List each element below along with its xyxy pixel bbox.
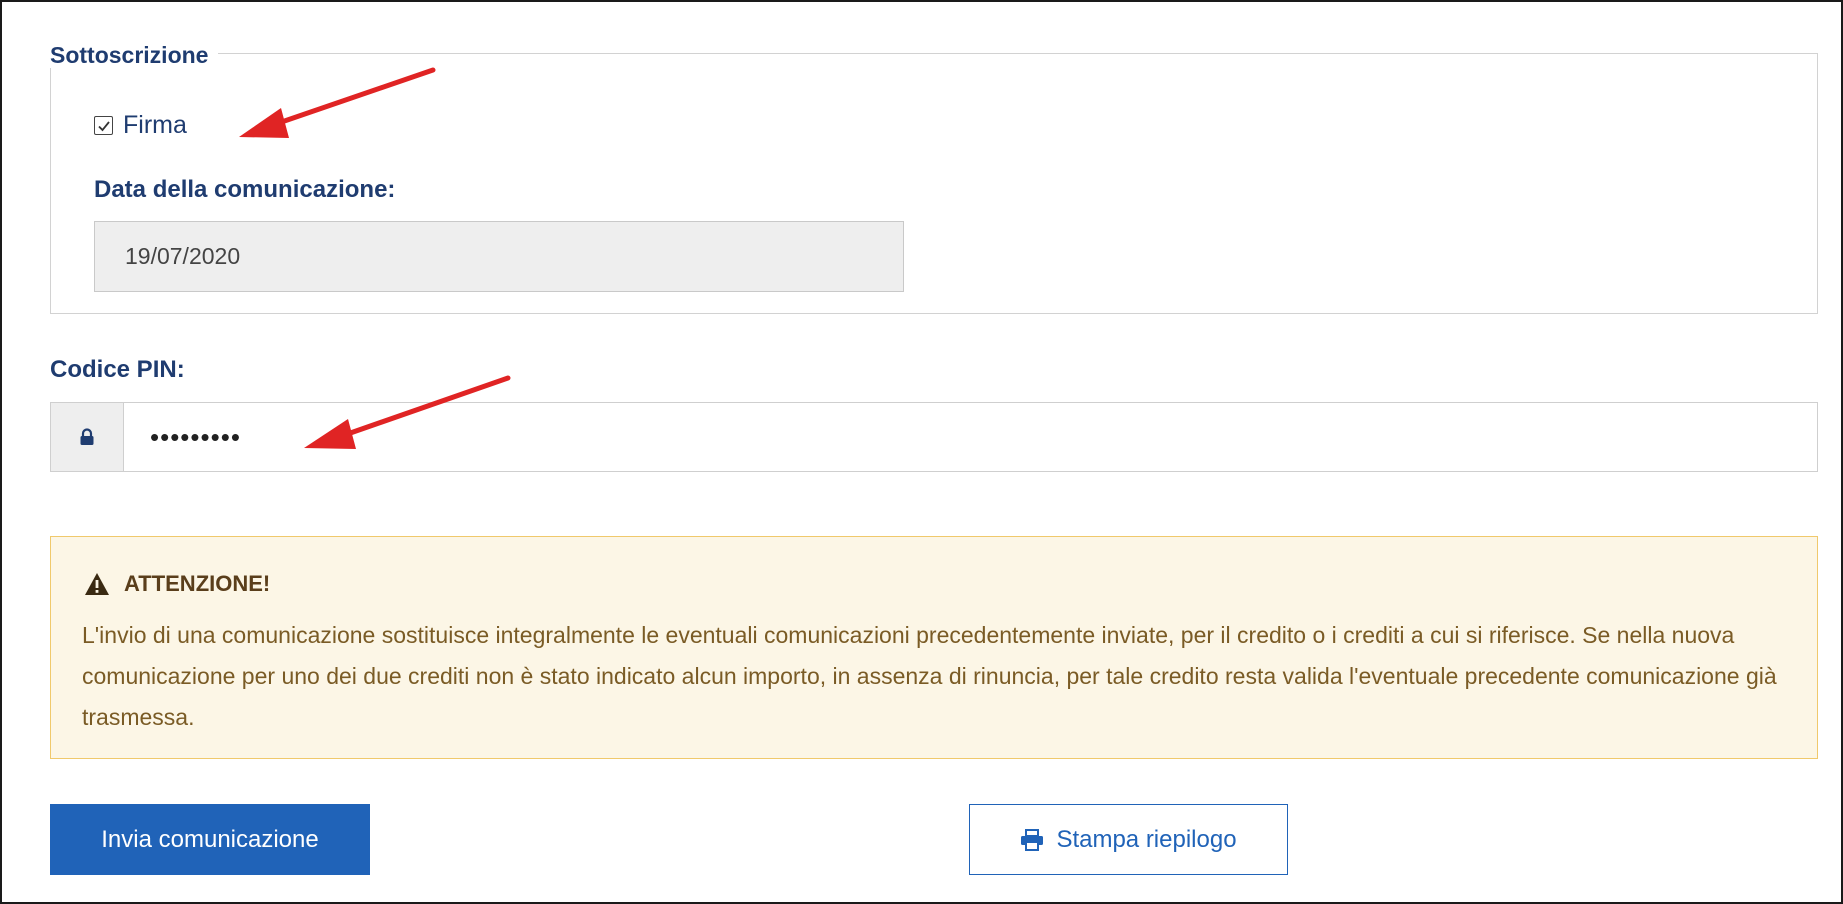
subscription-legend-text: Sottoscrizione: [50, 42, 209, 68]
annotation-arrow-firma: [239, 67, 436, 138]
annotation-arrow-pin: [304, 375, 511, 449]
send-communication-button[interactable]: Invia comunicazione: [50, 804, 370, 875]
signature-checkbox-row[interactable]: Firma: [94, 111, 187, 140]
subscription-legend: Sottoscrizione: [3, 42, 219, 68]
communication-date-field: 19/07/2020: [94, 221, 904, 292]
signature-checkbox[interactable]: [94, 116, 113, 135]
warning-icon: [85, 573, 109, 595]
pin-addon: [51, 403, 124, 471]
alert-title: ATTENZIONE!: [84, 571, 270, 597]
printer-icon: [1021, 828, 1044, 851]
warning-alert: ATTENZIONE! L'invio di una comunicazione…: [50, 536, 1818, 759]
alert-title-text: ATTENZIONE!: [124, 571, 271, 596]
communication-date-label: Data della comunicazione:: [94, 176, 396, 203]
checkmark-icon: [97, 120, 110, 131]
page-frame: Sottoscrizione Firma Data della comunica…: [0, 0, 1843, 904]
lock-icon: [80, 428, 94, 445]
print-summary-label[interactable]: Stampa riepilogo: [1056, 826, 1236, 854]
alert-body: L'invio di una comunicazione sostituisce…: [82, 622, 1777, 730]
pin-label: Codice PIN:: [50, 356, 185, 383]
signature-checkbox-label[interactable]: Firma: [123, 111, 187, 140]
print-summary-button[interactable]: Stampa riepilogo: [969, 804, 1288, 875]
